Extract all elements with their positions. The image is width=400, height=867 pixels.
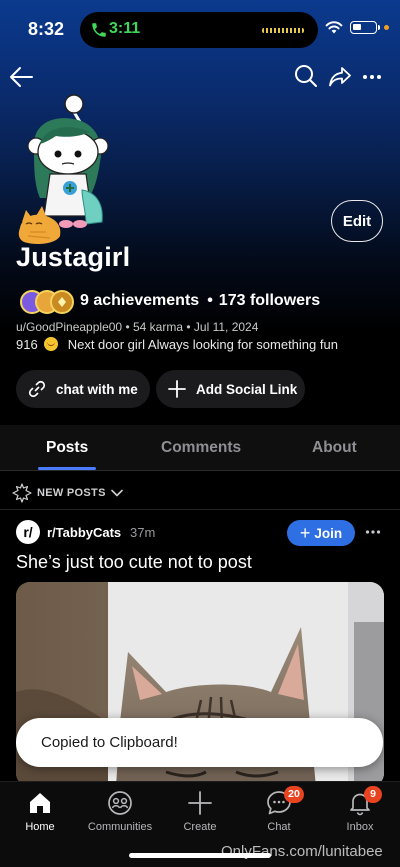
profile-display-name: Justagirl bbox=[16, 242, 131, 272]
tab-comments[interactable]: Comments bbox=[161, 439, 241, 457]
edit-profile-button[interactable]: Edit bbox=[331, 200, 383, 242]
link-icon bbox=[28, 380, 46, 398]
chevron-down-icon bbox=[110, 489, 123, 497]
meta-separator: • bbox=[186, 320, 191, 334]
karma: 54 karma bbox=[132, 320, 184, 334]
stats-separator: • bbox=[207, 292, 213, 309]
join-label: Join bbox=[314, 525, 343, 541]
snoo-avatar[interactable] bbox=[16, 92, 126, 252]
nav-home[interactable]: Home bbox=[0, 790, 80, 833]
search-icon[interactable] bbox=[294, 64, 318, 88]
share-icon[interactable] bbox=[328, 66, 352, 88]
tab-posts[interactable]: Posts bbox=[46, 439, 88, 457]
add-social-link-button[interactable]: Add Social Link bbox=[156, 370, 305, 408]
chat-with-me-label: chat with me bbox=[56, 381, 138, 397]
audio-waveform-icon bbox=[262, 28, 304, 33]
nav-create[interactable]: Create bbox=[160, 790, 240, 833]
nav-chat[interactable]: Chat 20 bbox=[239, 786, 319, 833]
call-timer: 3:11 bbox=[109, 20, 141, 37]
nav-communities-label: Communities bbox=[87, 821, 153, 833]
followers-count[interactable]: 173 followers bbox=[219, 292, 320, 309]
chat-with-me-button[interactable]: chat with me bbox=[16, 370, 150, 408]
add-social-link-label: Add Social Link bbox=[196, 381, 298, 397]
join-button[interactable]: + Join bbox=[287, 520, 355, 546]
chat-unread-badge: 20 bbox=[284, 786, 304, 803]
post-title[interactable]: She’s just too cute not to post bbox=[16, 552, 252, 573]
status-bar: 8:32 3:11 bbox=[0, 0, 400, 60]
inbox-unread-badge: 9 bbox=[364, 786, 382, 803]
nav-create-label: Create bbox=[183, 821, 217, 833]
tab-about[interactable]: About bbox=[312, 439, 357, 457]
meta-separator: • bbox=[125, 320, 130, 334]
phone-call-icon bbox=[92, 23, 106, 37]
battery-icon bbox=[350, 21, 377, 34]
feed-divider bbox=[0, 509, 400, 510]
sort-dropdown[interactable]: NEW POSTS bbox=[12, 482, 128, 504]
active-tab-indicator bbox=[38, 467, 96, 470]
achievements-count[interactable]: 9 achievements bbox=[80, 292, 199, 309]
sort-label: NEW POSTS bbox=[37, 487, 106, 499]
clipboard-toast: Copied to Clipboard! bbox=[16, 718, 383, 767]
nav-communities[interactable]: Communities bbox=[80, 790, 160, 833]
nav-home-label: Home bbox=[25, 821, 55, 833]
sparkle-icon bbox=[12, 483, 32, 503]
profile-tabs: Posts Comments About bbox=[0, 425, 400, 471]
wifi-icon bbox=[325, 21, 343, 34]
back-arrow-icon[interactable] bbox=[8, 64, 34, 90]
nav-inbox-label: Inbox bbox=[346, 821, 374, 833]
battery-tip bbox=[378, 25, 380, 30]
bio-number: 916 bbox=[16, 337, 38, 352]
plus-icon: + bbox=[299, 523, 311, 543]
more-options-icon[interactable] bbox=[362, 70, 382, 84]
home-icon bbox=[30, 793, 50, 813]
home-indicator[interactable] bbox=[129, 853, 271, 858]
nav-inbox[interactable]: Inbox 9 bbox=[320, 786, 400, 833]
subreddit-icon[interactable]: r/ bbox=[16, 520, 40, 544]
achievement-badges-icon[interactable] bbox=[18, 288, 76, 316]
join-date: Jul 11, 2024 bbox=[193, 320, 259, 334]
post-more-icon[interactable] bbox=[365, 528, 381, 536]
nav-chat-label: Chat bbox=[267, 821, 291, 833]
post-age: 37m bbox=[130, 525, 156, 540]
smile-emoji-icon bbox=[43, 337, 58, 351]
communities-icon bbox=[108, 791, 132, 815]
dynamic-island[interactable]: 3:11 bbox=[80, 12, 318, 48]
username: u/GoodPineapple00 bbox=[16, 320, 123, 334]
plus-icon bbox=[188, 791, 212, 815]
subreddit-name[interactable]: r/TabbyCats bbox=[47, 525, 121, 540]
profile-stats[interactable]: 9 achievements • 173 followers bbox=[80, 292, 320, 310]
plus-icon bbox=[168, 380, 186, 398]
profile-meta: u/GoodPineapple00 • 54 karma • Jul 11, 2… bbox=[16, 320, 258, 334]
status-time: 8:32 bbox=[28, 19, 65, 39]
profile-bio: 916 Next door girl Always looking for som… bbox=[16, 337, 338, 352]
privacy-indicator-dot bbox=[384, 25, 389, 30]
bio-text: Next door girl Always looking for someth… bbox=[67, 337, 338, 352]
